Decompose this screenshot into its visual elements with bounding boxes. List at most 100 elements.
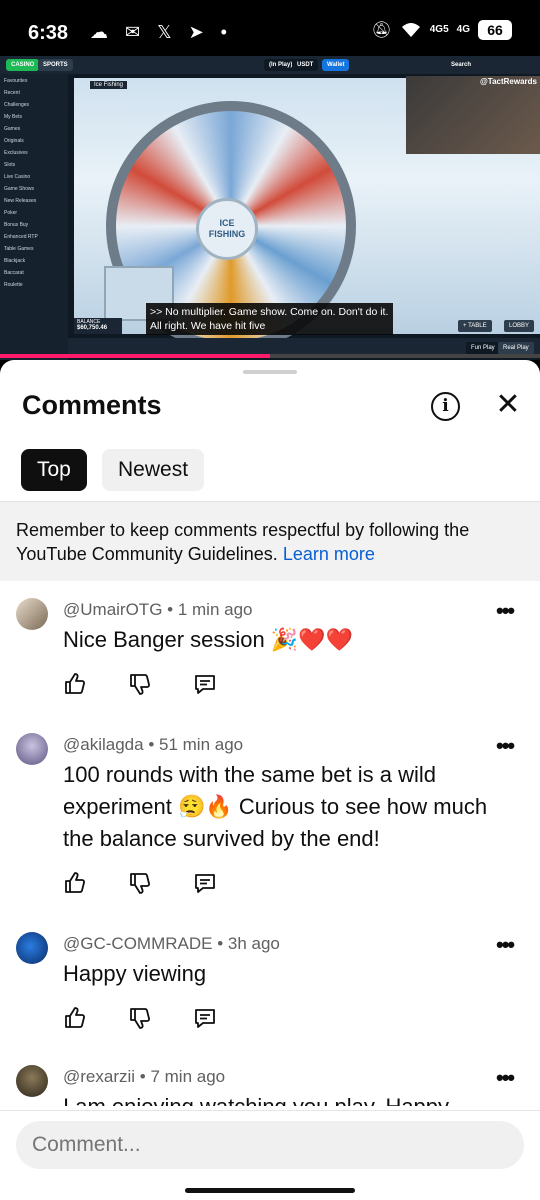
dislike-icon[interactable] xyxy=(128,1006,152,1030)
network-4g: 4G xyxy=(456,24,470,35)
real-play-button: Real Play xyxy=(498,342,534,354)
sidebar-item: Challenges xyxy=(4,102,30,108)
sidebar-item: Favourites xyxy=(4,78,28,84)
sidebar-item: Baccarat xyxy=(4,270,24,276)
comment-actions xyxy=(63,1006,217,1030)
community-notice: Remember to keep comments respectful by … xyxy=(0,501,540,581)
comment-meta: @GC-COMMRADE • 3h ago xyxy=(63,934,280,953)
sidebar-item: Roulette xyxy=(4,282,23,288)
watermark: @TactRewards xyxy=(479,77,537,86)
sidebar-item: My Bets xyxy=(4,114,23,120)
sidebar-item: Bonus Buy xyxy=(4,222,29,228)
fun-play-button: Fun Play xyxy=(466,342,500,354)
sidebar-item: Poker xyxy=(4,210,18,216)
more-options-icon[interactable]: ••• xyxy=(496,733,515,759)
comment-meta: @akilagda • 51 min ago xyxy=(63,735,244,754)
learn-more-link[interactable]: Learn more xyxy=(283,544,375,564)
casino-sidebar: Favourites Recent Challenges My Bets Gam… xyxy=(0,74,68,360)
wheel-label-fishing: FISHING xyxy=(208,229,246,239)
sidebar-item: Table Games xyxy=(4,246,34,252)
sidebar-item: Originals xyxy=(4,138,24,144)
more-options-icon[interactable]: ••• xyxy=(496,932,515,958)
sidebar-item: Blackjack xyxy=(4,258,26,264)
video-player[interactable]: CASINO SPORTS (In Play) USDT Wallet Sear… xyxy=(0,56,540,360)
battery-icon: 66 xyxy=(478,20,512,40)
casino-tab: CASINO xyxy=(6,59,40,71)
close-icon[interactable]: ✕ xyxy=(492,389,524,421)
wheel-label-ice: ICE xyxy=(219,218,235,228)
reply-icon[interactable] xyxy=(193,1006,217,1030)
sidebar-item: Game Shows xyxy=(4,186,35,192)
like-icon[interactable] xyxy=(63,1006,87,1030)
wifi-icon xyxy=(401,23,420,37)
drag-handle[interactable] xyxy=(243,370,297,374)
comment-input[interactable] xyxy=(16,1121,524,1169)
comment-author[interactable]: @GC-COMMRADE xyxy=(63,934,212,953)
comment-item: @rexarzii • 7 min ago ••• I am enjoying … xyxy=(0,1065,540,1106)
casino-topbar: CASINO SPORTS (In Play) USDT Wallet Sear… xyxy=(0,56,540,74)
comment-author[interactable]: @UmairOTG xyxy=(63,600,162,619)
comment-text: 100 rounds with the same bet is a wild e… xyxy=(63,762,488,851)
avatar[interactable] xyxy=(16,598,48,630)
reply-icon[interactable] xyxy=(193,871,217,895)
avatar[interactable] xyxy=(16,1065,48,1097)
comment-meta: @rexarzii • 7 min ago xyxy=(63,1067,226,1086)
like-icon[interactable] xyxy=(63,871,87,895)
comments-sheet: Comments i ✕ Top Newest Remember to keep… xyxy=(0,360,540,1200)
tab-newest[interactable]: Newest xyxy=(102,449,205,491)
status-right: 🔕︎ 4G5 4G 66 xyxy=(371,20,512,40)
game-name: Ice Fishing xyxy=(90,81,128,89)
comment-age: 1 min ago xyxy=(177,600,253,619)
video-progress-bar[interactable] xyxy=(0,354,540,358)
wheel-hub: ICE FISHING xyxy=(196,198,258,260)
comment-text: Nice Banger session 🎉❤️❤️ xyxy=(63,627,354,652)
comment-age: 3h ago xyxy=(227,934,280,953)
lobby-button: LOBBY xyxy=(504,320,535,332)
sheet-title: Comments xyxy=(22,390,162,420)
comment-text: I am enjoying watching you play. Happy xyxy=(63,1091,503,1106)
reply-icon[interactable] xyxy=(193,672,217,696)
more-options-icon[interactable]: ••• xyxy=(496,598,515,624)
mute-icon: 🔕︎ xyxy=(371,22,392,39)
sidebar-item: Recent xyxy=(4,90,20,96)
avatar[interactable] xyxy=(16,733,48,765)
notice-text: Remember to keep comments respectful by … xyxy=(16,520,470,564)
wallet-button: Wallet xyxy=(322,59,350,71)
like-icon[interactable] xyxy=(63,672,87,696)
dislike-icon[interactable] xyxy=(128,871,152,895)
sidebar-item: New Releases xyxy=(4,198,37,204)
comment-actions xyxy=(63,672,217,696)
streamer-webcam: @TactRewards xyxy=(406,76,540,154)
comment-age: 7 min ago xyxy=(150,1067,226,1086)
sidebar-item: Exclusives xyxy=(4,150,28,156)
comment-meta: @UmairOTG • 1 min ago xyxy=(63,600,253,619)
comment-author[interactable]: @akilagda xyxy=(63,735,144,754)
comment-text: Happy viewing xyxy=(63,961,207,986)
progress-fill xyxy=(0,354,270,358)
avatar[interactable] xyxy=(16,932,48,964)
sidebar-item: Live Casino xyxy=(4,174,31,180)
status-time: 6:38 xyxy=(28,22,69,44)
currency-select: USDT xyxy=(292,59,319,71)
tab-top[interactable]: Top xyxy=(21,449,87,491)
info-icon[interactable]: i xyxy=(431,392,460,421)
balance-box: BALANCE $60,750.46 xyxy=(74,318,122,334)
sports-tab: SPORTS xyxy=(38,59,73,71)
status-bar: 6:38 ☁ ✉ 𝕏 ➤ • 🔕︎ 4G5 4G 66 xyxy=(0,0,540,56)
video-caption: >> No multiplier. Game show. Come on. Do… xyxy=(146,303,393,335)
comment-actions xyxy=(63,871,217,895)
home-indicator[interactable] xyxy=(185,1188,355,1193)
dislike-icon[interactable] xyxy=(128,672,152,696)
table-button: + TABLE xyxy=(458,320,492,332)
sidebar-item: Enhanced RTP xyxy=(4,234,38,240)
casino-search: Search xyxy=(446,59,477,71)
comment-author[interactable]: @rexarzii xyxy=(63,1067,135,1086)
network-4g5: 4G5 xyxy=(429,24,449,35)
balance-value: $60,750.46 xyxy=(77,325,108,331)
sidebar-item: Games xyxy=(4,126,21,132)
more-options-icon[interactable]: ••• xyxy=(496,1065,515,1091)
comment-composer xyxy=(0,1110,540,1200)
notification-icons: ☁ ✉ 𝕏 ➤ • xyxy=(90,22,233,42)
sidebar-item: Slots xyxy=(4,162,16,168)
comment-age: 51 min ago xyxy=(159,735,244,754)
